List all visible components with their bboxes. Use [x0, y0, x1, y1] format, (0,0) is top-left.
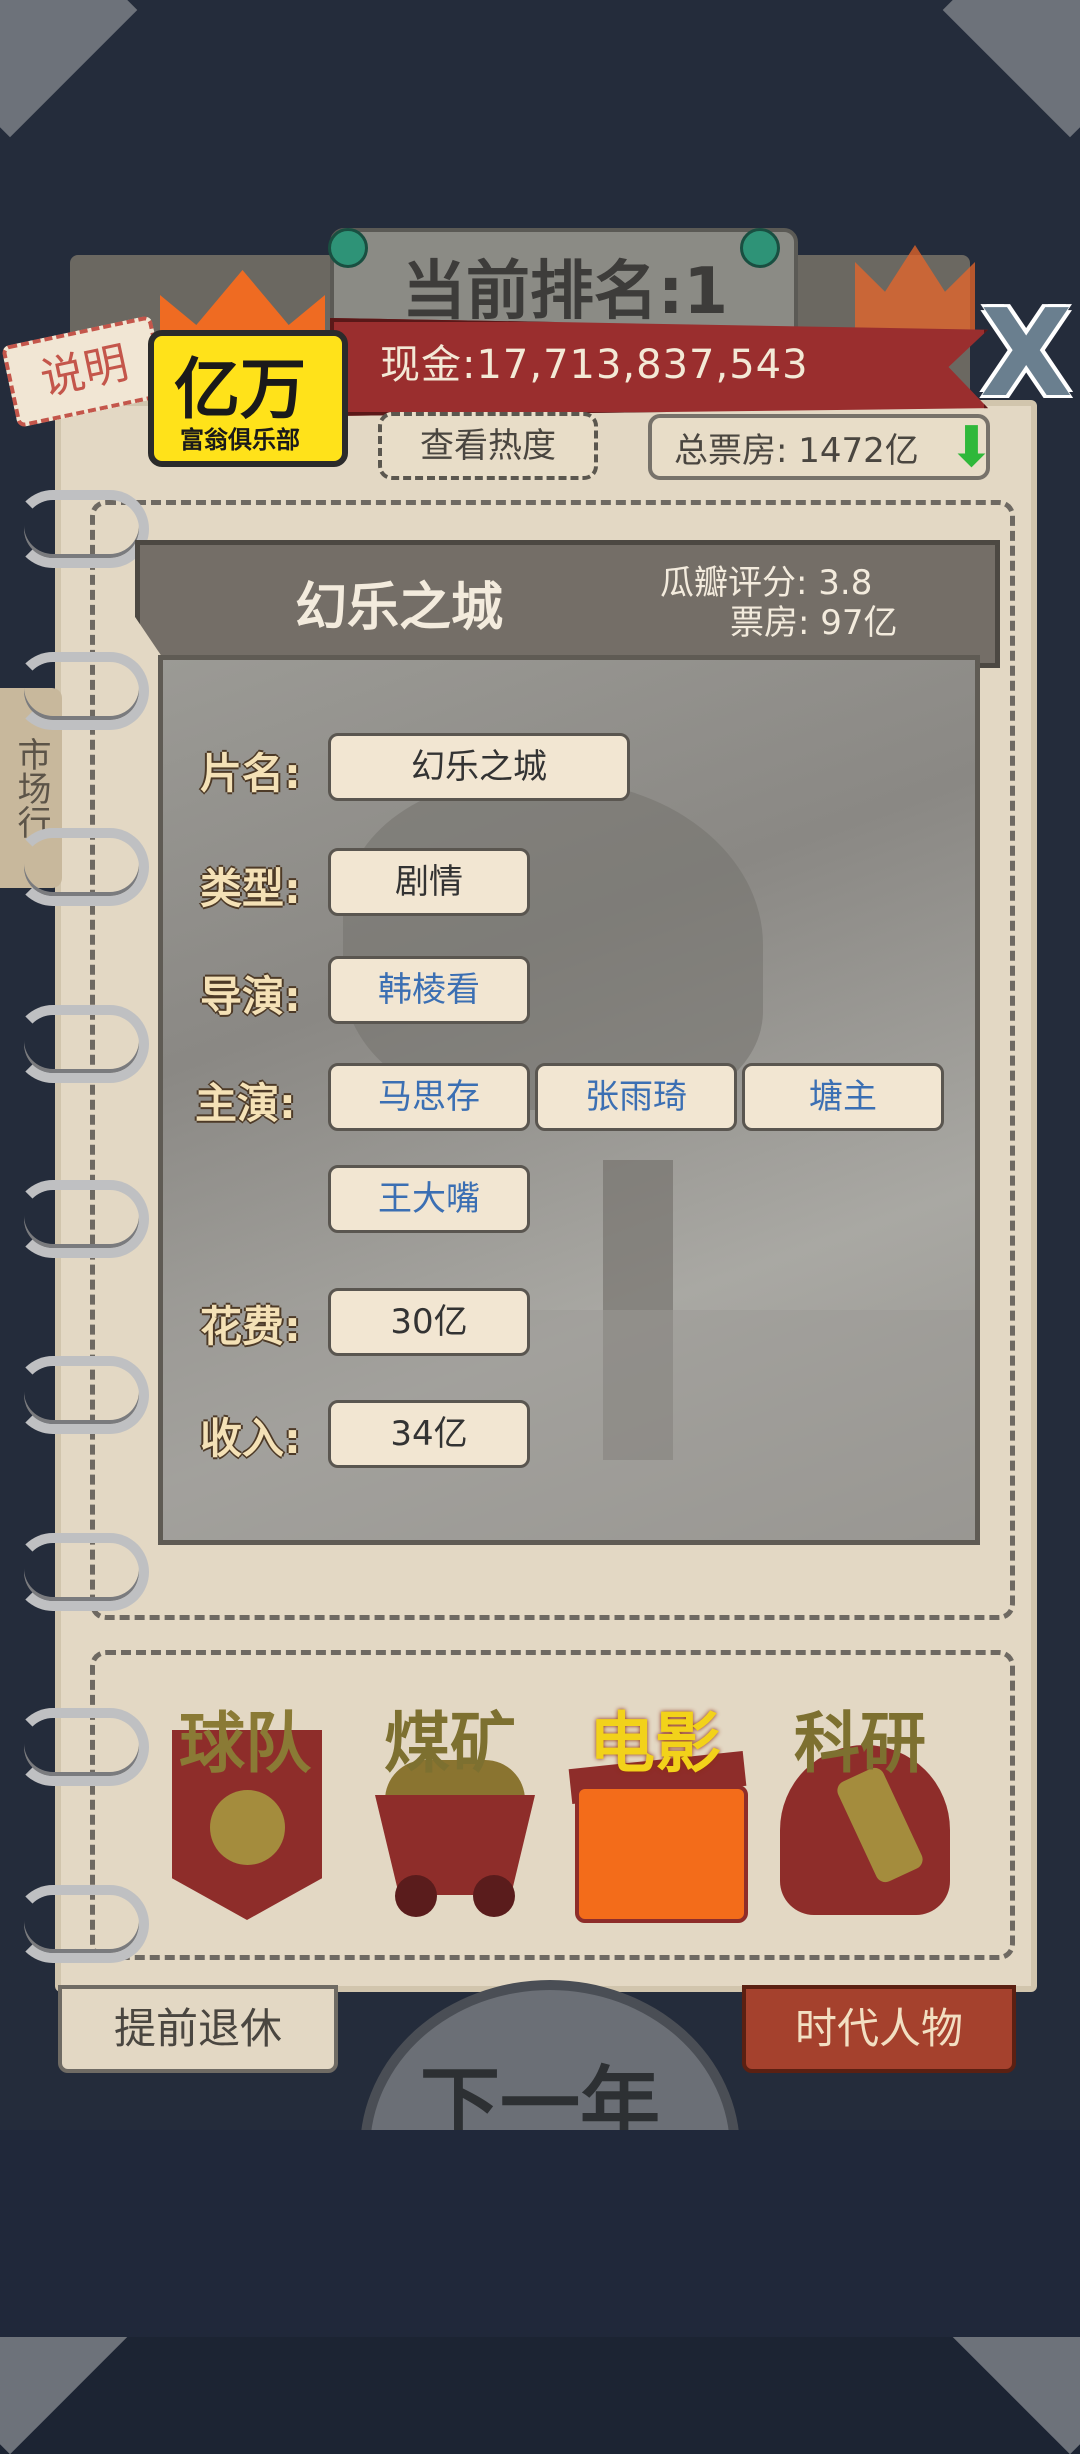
era-people-button[interactable]: 时代人物 [742, 1985, 1016, 2073]
close-button[interactable]: X [980, 295, 1073, 415]
binder-ring [14, 1885, 149, 1963]
clapperboard-icon [575, 1785, 748, 1923]
binder-ring [14, 1356, 149, 1434]
rank-title: 当前排名:1 [401, 255, 729, 329]
category-film-button[interactable]: 电影 [560, 1690, 750, 1923]
cast-member[interactable]: 张雨琦 [535, 1063, 737, 1131]
mine-cart-icon [375, 1795, 535, 1895]
movie-box-office: 票房: 97亿 [730, 603, 898, 643]
pin-icon [328, 228, 368, 268]
binder-ring [14, 652, 149, 730]
binder-ring [14, 490, 149, 568]
cast-member[interactable]: 马思存 [328, 1063, 530, 1131]
category-research-button[interactable]: 科研 [765, 1690, 955, 1920]
binder-ring [14, 1180, 149, 1258]
category-label: 电影 [589, 1705, 721, 1782]
director-label: 导演: [200, 972, 301, 1021]
cast-member[interactable]: 王大嘴 [328, 1165, 530, 1233]
cast-member[interactable]: 塘主 [742, 1063, 944, 1131]
cost-value: 30亿 [328, 1288, 530, 1356]
cash-amount: 现金:17,713,837,543 [380, 342, 809, 388]
binder-ring [14, 1005, 149, 1083]
arrow-down-icon: ⬇ [948, 415, 995, 480]
wheel-icon [473, 1875, 515, 1917]
view-heat-button[interactable]: 查看热度 [378, 412, 598, 480]
logo-main-text: 亿万 [174, 351, 306, 428]
genre-value: 剧情 [328, 848, 530, 916]
category-label: 科研 [794, 1705, 926, 1782]
early-retire-button[interactable]: 提前退休 [58, 1985, 338, 2073]
category-mine-button[interactable]: 煤矿 [355, 1690, 545, 1920]
binder-ring [14, 1533, 149, 1611]
category-team-button[interactable]: 球队 [150, 1690, 340, 1920]
cast-label: 主演: [195, 1079, 296, 1128]
total-box-office: 总票房: 1472亿 [648, 414, 990, 480]
income-label: 收入: [200, 1414, 301, 1463]
bottom-strip [0, 2130, 1080, 2337]
genre-label: 类型: [200, 864, 301, 913]
director-value[interactable]: 韩棱看 [328, 956, 530, 1024]
club-logo: 亿万 富翁俱乐部 [140, 270, 348, 467]
category-label: 煤矿 [384, 1705, 516, 1782]
soccer-ball-icon [210, 1790, 285, 1865]
binder-ring [14, 1708, 149, 1786]
cost-label: 花费: [200, 1302, 301, 1351]
name-value: 幻乐之城 [328, 733, 630, 801]
logo-sub-text: 富翁俱乐部 [180, 426, 300, 454]
movie-title: 幻乐之城 [295, 578, 504, 638]
category-label: 球队 [179, 1705, 311, 1782]
wheel-icon [395, 1875, 437, 1917]
name-label: 片名: [200, 749, 301, 798]
binder-ring [14, 828, 149, 906]
pin-icon [740, 228, 780, 268]
income-value: 34亿 [328, 1400, 530, 1468]
backdrop-shape [343, 780, 763, 1110]
